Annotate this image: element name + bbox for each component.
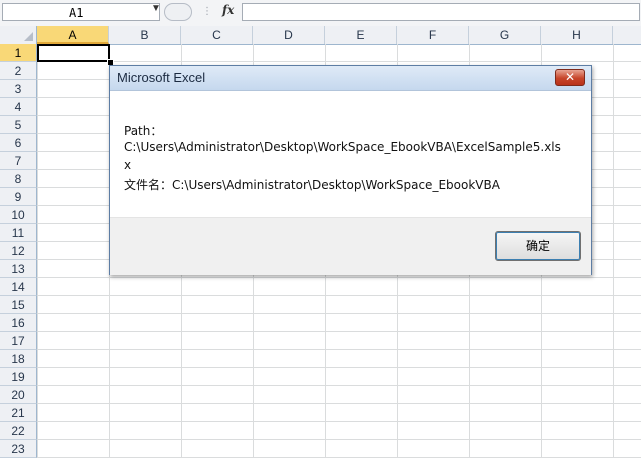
row-header-22[interactable]: 22 — [0, 422, 37, 440]
formula-tools: ⋮ fx — [164, 3, 240, 21]
row-header-20[interactable]: 20 — [0, 386, 37, 404]
dialog-body: Path： C:\Users\Administrator\Desktop\Wor… — [110, 91, 591, 217]
name-box[interactable]: A1 ▼ — [2, 3, 161, 21]
message-line-wrap: x — [124, 158, 132, 172]
name-box-dropdown-icon[interactable]: ▼ — [151, 3, 161, 14]
column-header-b[interactable]: B — [109, 26, 181, 44]
row-header-4[interactable]: 4 — [0, 98, 37, 116]
column-header-d[interactable]: D — [253, 26, 325, 44]
row-header-6[interactable]: 6 — [0, 134, 37, 152]
row-header-16[interactable]: 16 — [0, 314, 37, 332]
row-header-9[interactable]: 9 — [0, 188, 37, 206]
name-box-value: A1 — [69, 6, 84, 20]
dialog-title: Microsoft Excel — [117, 70, 206, 85]
dialog-titlebar[interactable]: Microsoft Excel ✕ — [110, 66, 591, 91]
row-header-11[interactable]: 11 — [0, 224, 37, 242]
formula-input[interactable] — [242, 3, 640, 21]
row-header-13[interactable]: 13 — [0, 260, 37, 278]
formula-separator-icon: ⋮ — [202, 6, 212, 17]
column-header-a[interactable]: A — [37, 26, 109, 44]
row-header-19[interactable]: 19 — [0, 368, 37, 386]
column-header-f[interactable]: F — [397, 26, 469, 44]
row-header-7[interactable]: 7 — [0, 152, 37, 170]
row-header-8[interactable]: 8 — [0, 170, 37, 188]
active-cell-a1[interactable] — [37, 44, 110, 62]
column-header: ABCDEFGH — [0, 26, 641, 45]
column-header-e[interactable]: E — [325, 26, 397, 44]
dialog-footer: 确定 — [110, 217, 591, 275]
row-header-12[interactable]: 12 — [0, 242, 37, 260]
message-line-filename: 文件名：C:\Users\Administrator\Desktop\WorkS… — [124, 178, 500, 192]
row-header-23[interactable]: 23 — [0, 440, 37, 458]
column-header-h[interactable]: H — [541, 26, 613, 44]
insert-function-icon[interactable]: fx — [222, 3, 234, 17]
row-header-5[interactable]: 5 — [0, 116, 37, 134]
row-header-1[interactable]: 1 — [0, 44, 37, 62]
close-icon: ✕ — [564, 70, 576, 84]
select-all-button[interactable] — [0, 26, 37, 44]
column-header-g[interactable]: G — [469, 26, 541, 44]
formula-bar-resize-handle[interactable] — [164, 3, 192, 21]
row-header-2[interactable]: 2 — [0, 62, 37, 80]
ok-button[interactable]: 确定 — [495, 231, 581, 261]
row-header-17[interactable]: 17 — [0, 332, 37, 350]
message-line-path-value: C:\Users\Administrator\Desktop\WorkSpace… — [124, 140, 561, 154]
row-header-3[interactable]: 3 — [0, 80, 37, 98]
column-header-c[interactable]: C — [181, 26, 253, 44]
formula-bar: A1 ▼ ⋮ fx — [0, 0, 641, 27]
row-header-10[interactable]: 10 — [0, 206, 37, 224]
row-header-18[interactable]: 18 — [0, 350, 37, 368]
close-button[interactable]: ✕ — [555, 69, 585, 86]
row-header-14[interactable]: 14 — [0, 278, 37, 296]
message-line-path-label: Path： — [124, 124, 163, 138]
select-all-icon — [24, 32, 33, 41]
message-dialog: Microsoft Excel ✕ Path： C:\Users\Adminis… — [109, 65, 592, 275]
row-header-15[interactable]: 15 — [0, 296, 37, 314]
row-header-21[interactable]: 21 — [0, 404, 37, 422]
